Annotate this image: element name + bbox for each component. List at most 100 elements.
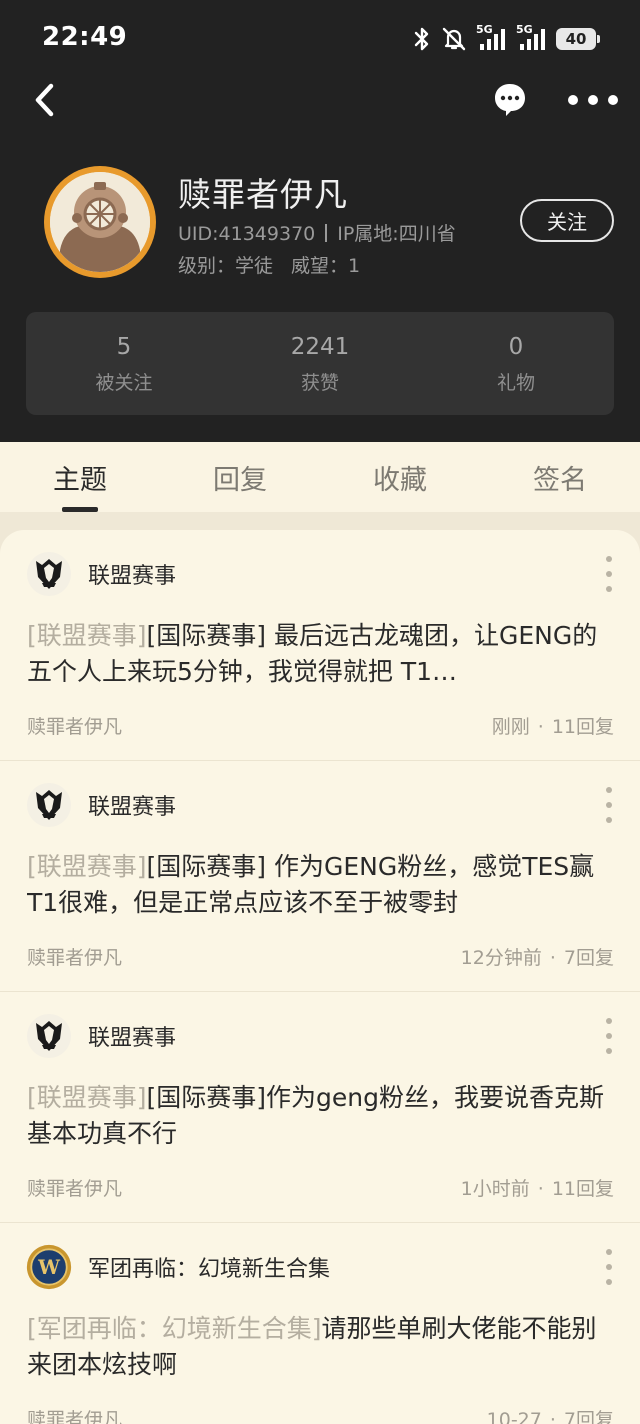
signal-bars-icon bbox=[480, 29, 505, 50]
post-title[interactable]: [联盟赛事][国际赛事] 作为GENG粉丝，感觉TES赢T1很难，但是正常点应该… bbox=[27, 849, 613, 921]
back-button[interactable] bbox=[26, 80, 66, 120]
stat-likes[interactable]: 2241 获赞 bbox=[222, 312, 418, 415]
forum-row[interactable]: W 军团再临：幻境新生合集 bbox=[26, 1244, 331, 1290]
post-meta: 12分钟前 · 7回复 bbox=[460, 947, 614, 969]
ip-location: IP属地:四川省 bbox=[337, 223, 456, 245]
post-footer: 赎罪者伊凡 12分钟前 · 7回复 bbox=[27, 943, 614, 970]
post-author[interactable]: 赎罪者伊凡 bbox=[27, 1405, 122, 1424]
post-meta: 1小时前 · 11回复 bbox=[460, 1178, 614, 1200]
prestige-text: 威望：1 bbox=[291, 255, 361, 277]
tab-topics[interactable]: 主题 bbox=[0, 442, 160, 512]
signal-bars-icon bbox=[520, 29, 545, 50]
tab-bar: 主题 回复 收藏 签名 bbox=[0, 442, 640, 512]
dot-icon bbox=[606, 556, 612, 562]
uid-ip-line: UID:41349370 IP属地:四川省 bbox=[178, 219, 456, 246]
dot-icon bbox=[606, 1048, 612, 1054]
post-meta: 10-27 · 7回复 bbox=[487, 1405, 614, 1424]
post-time: 12分钟前 bbox=[460, 947, 542, 969]
follow-button[interactable]: 关注 bbox=[520, 199, 614, 242]
post-meta: 刚刚 · 11回复 bbox=[491, 716, 614, 738]
forum-row[interactable]: 联盟赛事 bbox=[26, 783, 176, 827]
chevron-left-icon bbox=[35, 83, 54, 117]
dot-icon bbox=[606, 1249, 612, 1255]
post-title[interactable]: [联盟赛事][国际赛事] 最后远古龙魂团，让GENG的五个人上来玩5分钟，我觉得… bbox=[27, 618, 613, 690]
status-icons: 5G 5G 40 bbox=[412, 23, 600, 54]
post-prefix: [联盟赛事] bbox=[27, 1083, 147, 1112]
post-list: 联盟赛事 [联盟赛事][国际赛事] 最后远古龙魂团，让GENG的五个人上来玩5分… bbox=[0, 530, 640, 1424]
post-title[interactable]: [军团再临：幻境新生合集]请那些单刷大佬能不能别来团本炫技啊 bbox=[27, 1311, 613, 1383]
level-text: 级别：学徒 bbox=[178, 255, 274, 277]
stat-label: 获赞 bbox=[300, 372, 339, 394]
dot-icon bbox=[606, 1264, 612, 1270]
post-author[interactable]: 赎罪者伊凡 bbox=[27, 1174, 122, 1201]
battery-icon: 40 bbox=[556, 28, 600, 50]
content-area: 主题 回复 收藏 签名 联盟赛事 [联盟赛事][国际赛事] 最后远古龙魂团，让G… bbox=[0, 442, 640, 1424]
post-author[interactable]: 赎罪者伊凡 bbox=[27, 712, 122, 739]
stat-value: 2241 bbox=[290, 334, 350, 360]
post-title[interactable]: [联盟赛事][国际赛事]作为geng粉丝，我要说香克斯基本功真不行 bbox=[27, 1080, 613, 1152]
post-more-button[interactable] bbox=[602, 1018, 616, 1054]
tab-favorites[interactable]: 收藏 bbox=[320, 442, 480, 512]
dot-icon bbox=[606, 817, 612, 823]
post-time: 10-27 bbox=[486, 1409, 542, 1424]
avatar[interactable] bbox=[44, 166, 156, 278]
dot-icon bbox=[606, 802, 612, 808]
more-options-button[interactable] bbox=[568, 90, 624, 110]
stat-label: 被关注 bbox=[95, 372, 153, 394]
post-card[interactable]: 联盟赛事 [联盟赛事][国际赛事] 最后远古龙魂团，让GENG的五个人上来玩5分… bbox=[0, 530, 640, 761]
stat-value: 0 bbox=[508, 334, 524, 360]
post-more-button[interactable] bbox=[602, 556, 616, 592]
diving-helmet-icon bbox=[50, 172, 150, 272]
divider bbox=[325, 224, 328, 242]
stats-panel: 5 被关注 2241 获赞 0 礼物 bbox=[26, 312, 614, 415]
message-button[interactable] bbox=[492, 80, 528, 120]
battery-level: 40 bbox=[565, 30, 587, 48]
uid-text: UID:41349370 bbox=[178, 223, 316, 245]
more-dot-icon bbox=[588, 95, 598, 105]
dot-icon bbox=[606, 1018, 612, 1024]
post-footer: 赎罪者伊凡 10-27 · 7回复 bbox=[27, 1405, 614, 1424]
post-time: 1小时前 bbox=[460, 1178, 530, 1200]
dot-icon bbox=[606, 1033, 612, 1039]
dot-icon bbox=[606, 586, 612, 592]
post-replies: 11回复 bbox=[551, 1178, 614, 1200]
forum-name: 联盟赛事 bbox=[88, 564, 177, 589]
worlds-trophy-icon bbox=[26, 1013, 72, 1059]
tab-replies[interactable]: 回复 bbox=[160, 442, 320, 512]
post-author[interactable]: 赎罪者伊凡 bbox=[27, 943, 122, 970]
post-replies: 7回复 bbox=[563, 1409, 614, 1424]
status-time: 22:49 bbox=[42, 22, 128, 52]
more-dot-icon bbox=[568, 95, 578, 105]
svg-text:W: W bbox=[37, 1256, 61, 1279]
chat-bubble-icon bbox=[495, 84, 525, 116]
dot-icon bbox=[606, 787, 612, 793]
post-card[interactable]: 联盟赛事 [联盟赛事][国际赛事]作为geng粉丝，我要说香克斯基本功真不行 赎… bbox=[0, 992, 640, 1223]
dot-icon bbox=[606, 571, 612, 577]
post-card[interactable]: 联盟赛事 [联盟赛事][国际赛事] 作为GENG粉丝，感觉TES赢T1很难，但是… bbox=[0, 761, 640, 992]
post-more-button[interactable] bbox=[602, 1249, 616, 1285]
post-time: 刚刚 bbox=[491, 716, 530, 738]
signal-5g-2: 5G bbox=[516, 23, 548, 52]
post-card[interactable]: W 军团再临：幻境新生合集 [军团再临：幻境新生合集]请那些单刷大佬能不能别来团… bbox=[0, 1223, 640, 1424]
post-prefix: [联盟赛事] bbox=[27, 852, 147, 881]
worlds-trophy-icon bbox=[26, 782, 72, 828]
post-prefix: [军团再临：幻境新生合集] bbox=[27, 1314, 322, 1343]
forum-name: 联盟赛事 bbox=[88, 795, 177, 820]
level-line: 级别：学徒 威望：1 bbox=[178, 251, 360, 278]
stat-followers[interactable]: 5 被关注 bbox=[26, 312, 222, 415]
forum-row[interactable]: 联盟赛事 bbox=[26, 1014, 176, 1058]
post-more-button[interactable] bbox=[602, 787, 616, 823]
post-footer: 赎罪者伊凡 1小时前 · 11回复 bbox=[27, 1174, 614, 1201]
tab-signature[interactable]: 签名 bbox=[480, 442, 640, 512]
warcraft-w-icon: W bbox=[26, 1244, 72, 1290]
mute-bell-icon bbox=[442, 27, 466, 51]
forum-name: 军团再临：幻境新生合集 bbox=[88, 1257, 331, 1282]
post-replies: 11回复 bbox=[551, 716, 614, 738]
more-dot-icon bbox=[608, 95, 618, 105]
status-bar: 22:49 5G 5G 40 bbox=[0, 0, 640, 76]
stat-gifts[interactable]: 0 礼物 bbox=[418, 312, 614, 415]
forum-row[interactable]: 联盟赛事 bbox=[26, 552, 176, 596]
post-footer: 赎罪者伊凡 刚刚 · 11回复 bbox=[27, 712, 614, 739]
stat-label: 礼物 bbox=[496, 372, 535, 394]
stat-value: 5 bbox=[116, 334, 132, 360]
